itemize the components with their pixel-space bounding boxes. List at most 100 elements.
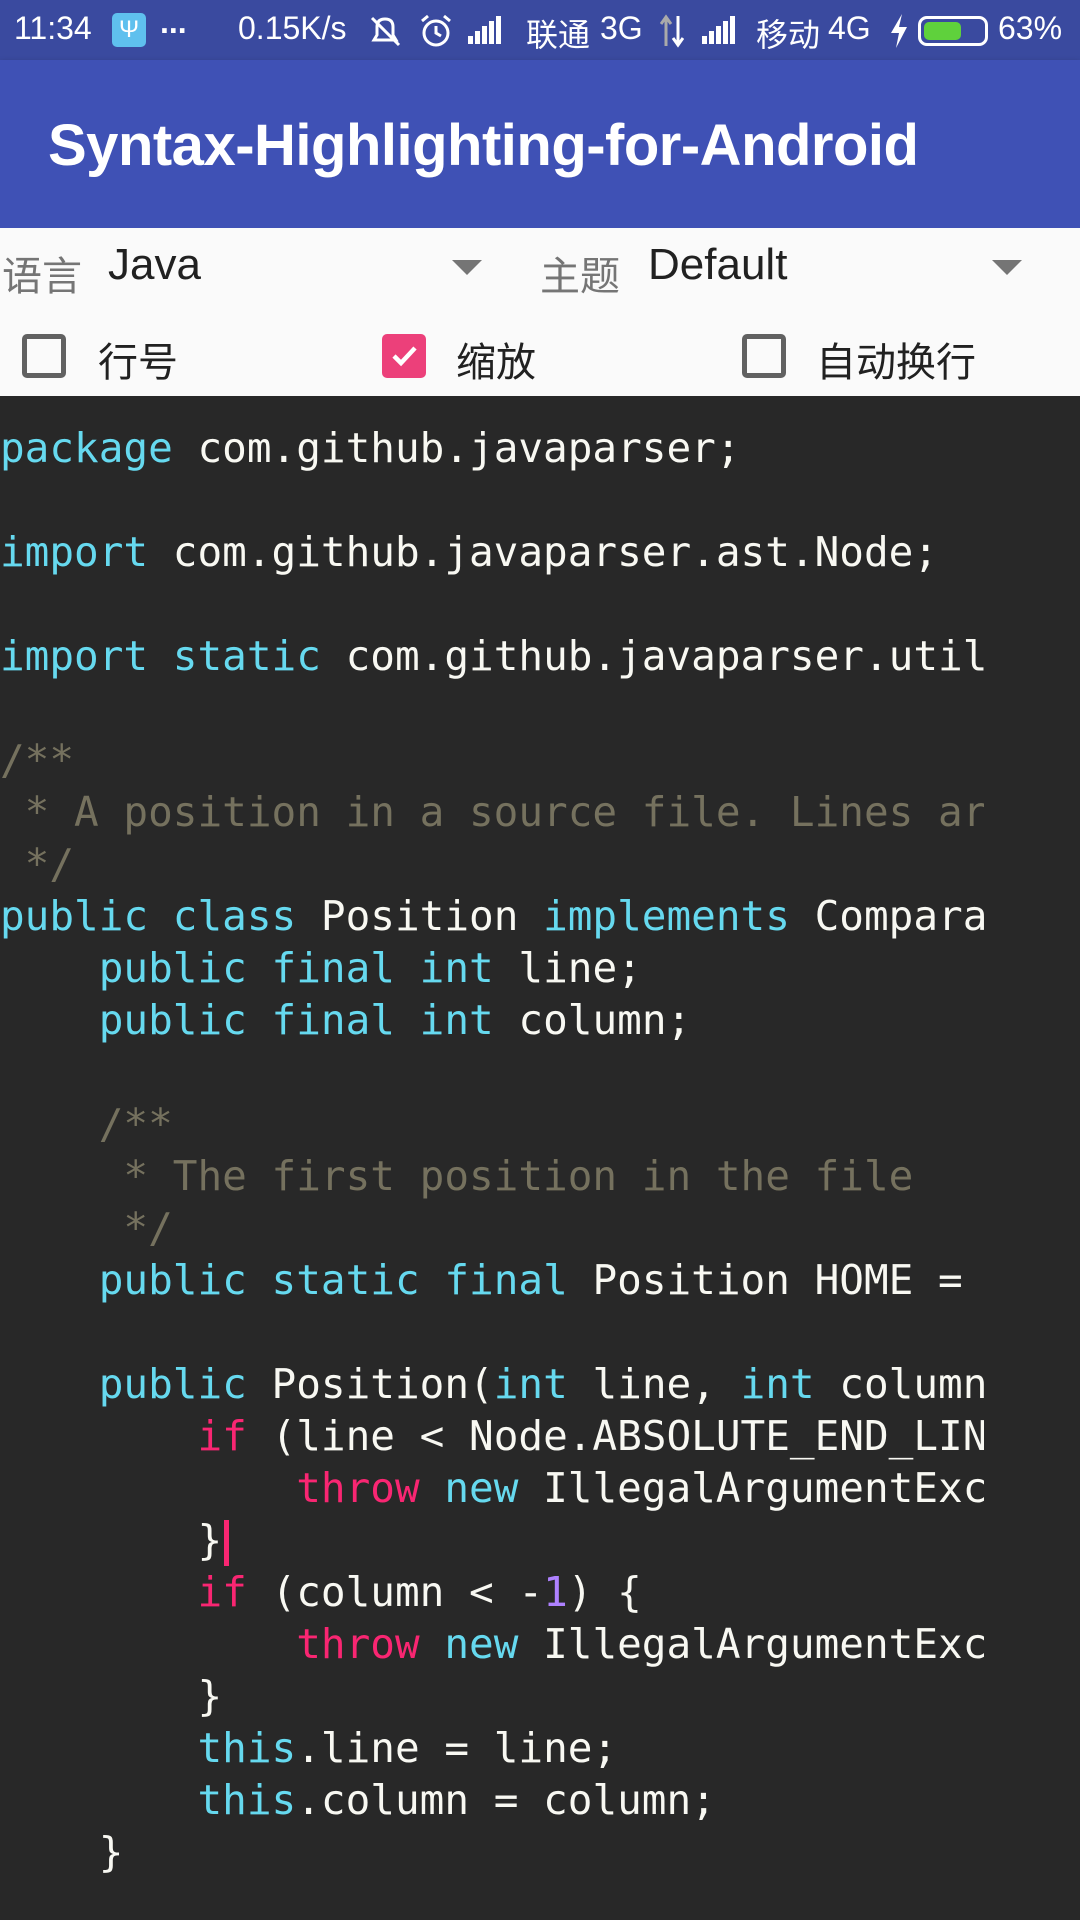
code-token: new — [444, 1620, 519, 1668]
code-line[interactable]: throw new IllegalArgumentExc — [0, 1618, 984, 1670]
code-token: * The first position in the file — [0, 1152, 914, 1200]
code-token: */ — [0, 1204, 173, 1252]
mute-icon — [370, 16, 401, 47]
code-line[interactable]: public final int column; — [0, 994, 984, 1046]
code-line[interactable] — [0, 474, 984, 526]
theme-value: Default — [648, 240, 788, 289]
code-token: } — [0, 1672, 223, 1720]
code-line[interactable]: /** — [0, 1098, 984, 1150]
code-line[interactable]: } — [0, 1670, 984, 1722]
code-content[interactable]: package com.github.javaparser; import co… — [0, 422, 984, 1878]
code-token: if — [197, 1568, 247, 1616]
code-line[interactable]: package com.github.javaparser; — [0, 422, 984, 474]
code-line[interactable]: public Position(int line, int column — [0, 1358, 984, 1410]
code-line[interactable]: * A position in a source file. Lines ar — [0, 786, 984, 838]
code-line[interactable]: import static com.github.javaparser.util — [0, 630, 984, 682]
code-token: * A position in a source file. Lines ar — [0, 788, 984, 836]
code-line[interactable]: } — [0, 1826, 984, 1878]
code-line[interactable]: this.column = column; — [0, 1774, 984, 1826]
code-token: line; — [493, 944, 642, 992]
zoom-option[interactable]: 缩放 — [360, 312, 660, 396]
code-token: final — [271, 944, 395, 992]
code-line[interactable]: if (line < Node.ABSOLUTE_END_LIN — [0, 1410, 984, 1462]
code-token: static — [271, 1256, 420, 1304]
line-numbers-option[interactable]: 行号 — [0, 312, 300, 396]
code-token: static — [172, 632, 321, 680]
usb-icon: Ψ — [112, 13, 146, 47]
code-line[interactable]: this.line = line; — [0, 1722, 984, 1774]
status-bar: 11:34 Ψ ... 0.15K/s 联通 3G 移动 4G 63% — [0, 0, 1080, 60]
line-numbers-label: 行号 — [98, 340, 178, 386]
code-token: Position HOME = — [567, 1256, 963, 1304]
theme-dropdown[interactable]: Default — [640, 228, 1040, 312]
code-line[interactable]: import com.github.javaparser.ast.Node; — [0, 526, 984, 578]
code-line[interactable]: if (column < -1) { — [0, 1566, 984, 1618]
code-line[interactable]: throw new IllegalArgumentExc — [0, 1462, 984, 1514]
line-numbers-checkbox[interactable] — [22, 334, 66, 378]
word-wrap-checkbox[interactable] — [742, 334, 786, 378]
code-token: } — [0, 1516, 223, 1564]
code-token: IllegalArgumentExc — [518, 1620, 984, 1668]
code-line[interactable]: /** — [0, 734, 984, 786]
word-wrap-option[interactable]: 自动换行 — [720, 312, 1060, 396]
language-value: Java — [108, 240, 201, 289]
code-token: public — [98, 1360, 247, 1408]
checkmark-icon — [392, 346, 417, 367]
code-line[interactable]: public final int line; — [0, 942, 984, 994]
code-token: ) { — [567, 1568, 642, 1616]
code-token: new — [444, 1464, 519, 1512]
code-token: column — [814, 1360, 984, 1408]
signal-icon-2 — [702, 16, 735, 44]
code-line[interactable]: */ — [0, 838, 984, 890]
code-line[interactable] — [0, 682, 984, 734]
zoom-checkbox[interactable] — [382, 334, 426, 378]
language-dropdown[interactable]: Java — [100, 228, 490, 312]
data-arrows-icon — [660, 14, 684, 48]
code-token: int — [740, 1360, 815, 1408]
code-editor[interactable]: package com.github.javaparser; import co… — [0, 396, 1080, 1920]
code-line[interactable]: public class Position implements Compara — [0, 890, 984, 942]
code-token: final — [444, 1256, 568, 1304]
code-token: /** — [98, 1100, 173, 1148]
code-token: .line = line; — [296, 1724, 618, 1772]
language-label: 语言 — [2, 254, 82, 300]
code-line[interactable] — [0, 1306, 984, 1358]
code-token: this — [197, 1724, 297, 1772]
zoom-label: 缩放 — [456, 340, 536, 386]
code-token: throw — [296, 1620, 420, 1668]
code-line[interactable]: public static final Position HOME = — [0, 1254, 984, 1306]
code-token: */ — [0, 840, 75, 888]
code-token: com.github.javaparser.ast.Node; — [148, 528, 938, 576]
code-token: import — [0, 632, 149, 680]
code-token: public — [98, 996, 247, 1044]
code-token: import — [0, 528, 149, 576]
code-token: (column < - — [246, 1568, 544, 1616]
code-line[interactable]: */ — [0, 1202, 984, 1254]
code-token: IllegalArgumentExc — [518, 1464, 984, 1512]
code-line[interactable] — [0, 578, 984, 630]
code-token: int — [493, 1360, 568, 1408]
code-token: int — [419, 944, 494, 992]
code-line[interactable] — [0, 1046, 984, 1098]
chevron-down-icon — [992, 260, 1022, 275]
code-token: package — [0, 424, 173, 472]
code-line[interactable]: * The first position in the file — [0, 1150, 984, 1202]
status-time: 11:34 — [14, 10, 92, 46]
code-token: public — [98, 1256, 247, 1304]
code-line[interactable]: } — [0, 1514, 984, 1566]
code-token: (line < Node.ABSOLUTE_END_LIN — [246, 1412, 984, 1460]
